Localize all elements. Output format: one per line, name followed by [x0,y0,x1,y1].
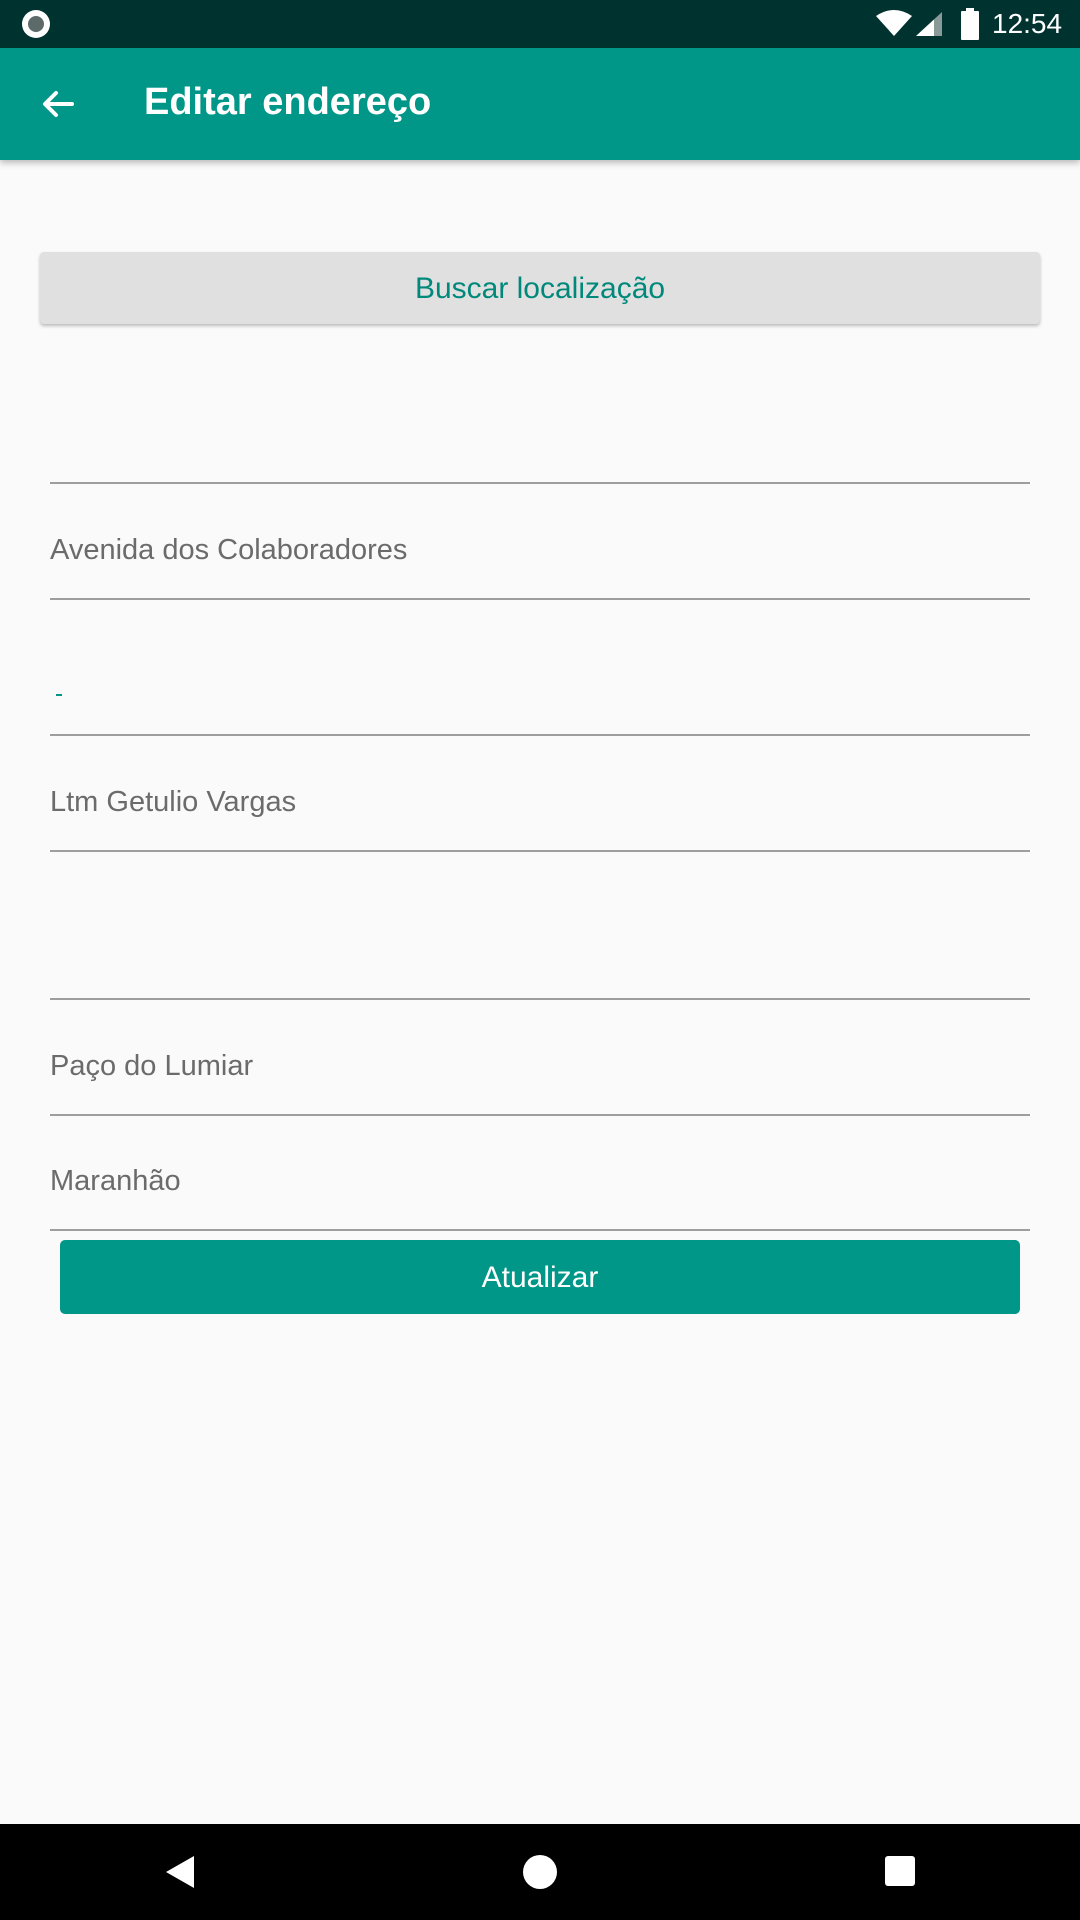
navigation-bar [0,1824,1080,1920]
city-field[interactable]: Paço do Lumiar [50,1000,1030,1116]
city-field-value: Paço do Lumiar [50,1050,254,1082]
wifi-icon [876,10,912,36]
status-time: 12:54 [992,8,1063,39]
address-field-1[interactable] [50,380,1030,484]
neighborhood-field[interactable]: Ltm Getulio Vargas [50,736,1030,852]
text-cursor [56,694,62,696]
signal-icon [916,12,942,36]
page-title: Editar endereço [144,81,432,123]
app-bar: Editar endereço [0,48,1080,160]
number-field[interactable] [50,600,1030,736]
status-bar: 12:54 [0,0,1080,48]
street-field[interactable]: Avenida dos Colaboradores [50,484,1030,600]
state-field[interactable]: Maranhão [50,1116,1030,1231]
search-location-button[interactable]: Buscar localização [40,252,1040,324]
arrow-left-icon[interactable] [36,82,80,126]
nav-back-icon[interactable] [162,1852,198,1892]
nav-recents-icon[interactable] [885,1856,915,1886]
notification-circle-icon [22,10,50,38]
complement-field[interactable] [50,852,1030,1000]
update-button[interactable]: Atualizar [60,1240,1020,1314]
nav-home-icon[interactable] [523,1855,557,1889]
street-field-value: Avenida dos Colaboradores [50,534,408,566]
battery-icon [961,8,979,40]
neighborhood-field-value: Ltm Getulio Vargas [50,786,297,818]
state-field-value: Maranhão [50,1165,181,1197]
